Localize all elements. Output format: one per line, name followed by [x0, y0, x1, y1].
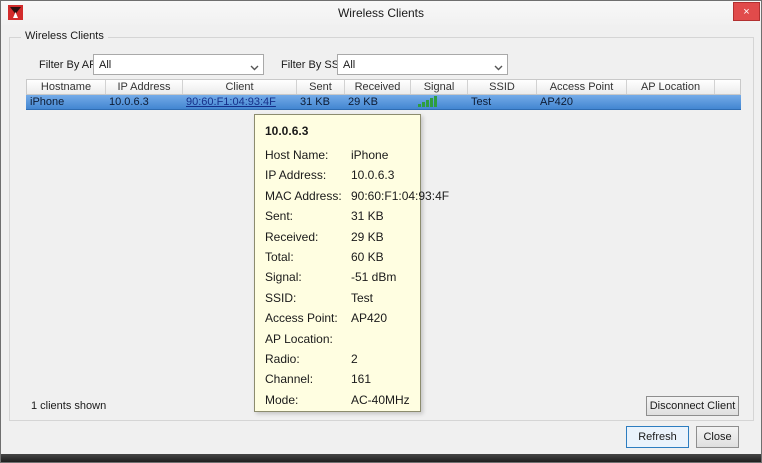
clients-table-header: Hostname IP Address Client Sent Received… [26, 79, 741, 95]
cell-hostname: iPhone [26, 95, 105, 109]
tooltip-field-radio: Radio: 2 [265, 352, 410, 372]
cell-ip-address: 10.0.6.3 [105, 95, 182, 109]
wireless-clients-window: Wireless Clients × Wireless Clients Filt… [0, 0, 762, 463]
cell-received: 29 KB [344, 95, 410, 109]
titlebar[interactable]: Wireless Clients × [1, 1, 761, 25]
close-icon: × [743, 6, 749, 18]
tooltip-field-mode: Mode: AC-40MHz [265, 393, 410, 413]
window-title: Wireless Clients [1, 6, 761, 20]
chevron-down-icon [250, 62, 259, 74]
cell-filler [714, 95, 741, 109]
tooltip-field-ap-location: AP Location: [265, 332, 410, 352]
tooltip-field-channel: Channel: 161 [265, 372, 410, 392]
clients-shown-status: 1 clients shown [31, 400, 106, 412]
filter-by-ssid-select[interactable]: All [337, 54, 508, 75]
column-header-hostname[interactable]: Hostname [27, 80, 106, 94]
column-header-signal[interactable]: Signal [411, 80, 468, 94]
column-header-ap-location[interactable]: AP Location [627, 80, 715, 94]
window-close-button[interactable]: × [733, 2, 760, 21]
tooltip-field-host-name: Host Name: iPhone [265, 148, 410, 168]
tooltip-field-signal: Signal: -51 dBm [265, 270, 410, 290]
tooltip-field-received: Received: 29 KB [265, 230, 410, 250]
filter-by-ap-value: All [99, 59, 111, 71]
tooltip-field-ip-address: IP Address: 10.0.6.3 [265, 168, 410, 188]
tooltip-field-sent: Sent: 31 KB [265, 209, 410, 229]
window-bottom-frame [1, 454, 761, 462]
disconnect-client-button[interactable]: Disconnect Client [646, 396, 739, 416]
signal-bars-icon [410, 95, 467, 109]
tooltip-field-total: Total: 60 KB [265, 250, 410, 270]
filter-by-ap-select[interactable]: All [93, 54, 264, 75]
tooltip-field-ssid: SSID: Test [265, 291, 410, 311]
column-header-ssid[interactable]: SSID [468, 80, 537, 94]
column-header-client[interactable]: Client [183, 80, 297, 94]
tooltip-field-mac-address: MAC Address: 90:60:F1:04:93:4F [265, 189, 410, 209]
chevron-down-icon [494, 62, 503, 74]
column-header-sent[interactable]: Sent [297, 80, 345, 94]
close-button[interactable]: Close [696, 426, 739, 448]
column-header-received[interactable]: Received [345, 80, 411, 94]
groupbox-label: Wireless Clients [21, 30, 108, 42]
tooltip-field-access-point: Access Point: AP420 [265, 311, 410, 331]
client-row-selected[interactable]: iPhone 10.0.6.3 90:60:F1:04:93:4F 31 KB … [26, 95, 741, 110]
cell-client-mac-link[interactable]: 90:60:F1:04:93:4F [182, 95, 296, 109]
column-header-access-point[interactable]: Access Point [537, 80, 627, 94]
filter-by-ap-label: Filter By AP [39, 59, 96, 71]
client-details-tooltip: 10.0.6.3 Host Name: iPhone IP Address: 1… [254, 114, 421, 412]
cell-sent: 31 KB [296, 95, 344, 109]
refresh-button[interactable]: Refresh [626, 426, 689, 448]
column-header-filler [715, 80, 740, 94]
clients-table: Hostname IP Address Client Sent Received… [26, 79, 741, 110]
cell-access-point: AP420 [536, 95, 626, 109]
tooltip-title: 10.0.6.3 [265, 124, 410, 138]
cell-ssid: Test [467, 95, 536, 109]
column-header-ip-address[interactable]: IP Address [106, 80, 183, 94]
cell-ap-location [626, 95, 714, 109]
filter-by-ssid-value: All [343, 59, 355, 71]
